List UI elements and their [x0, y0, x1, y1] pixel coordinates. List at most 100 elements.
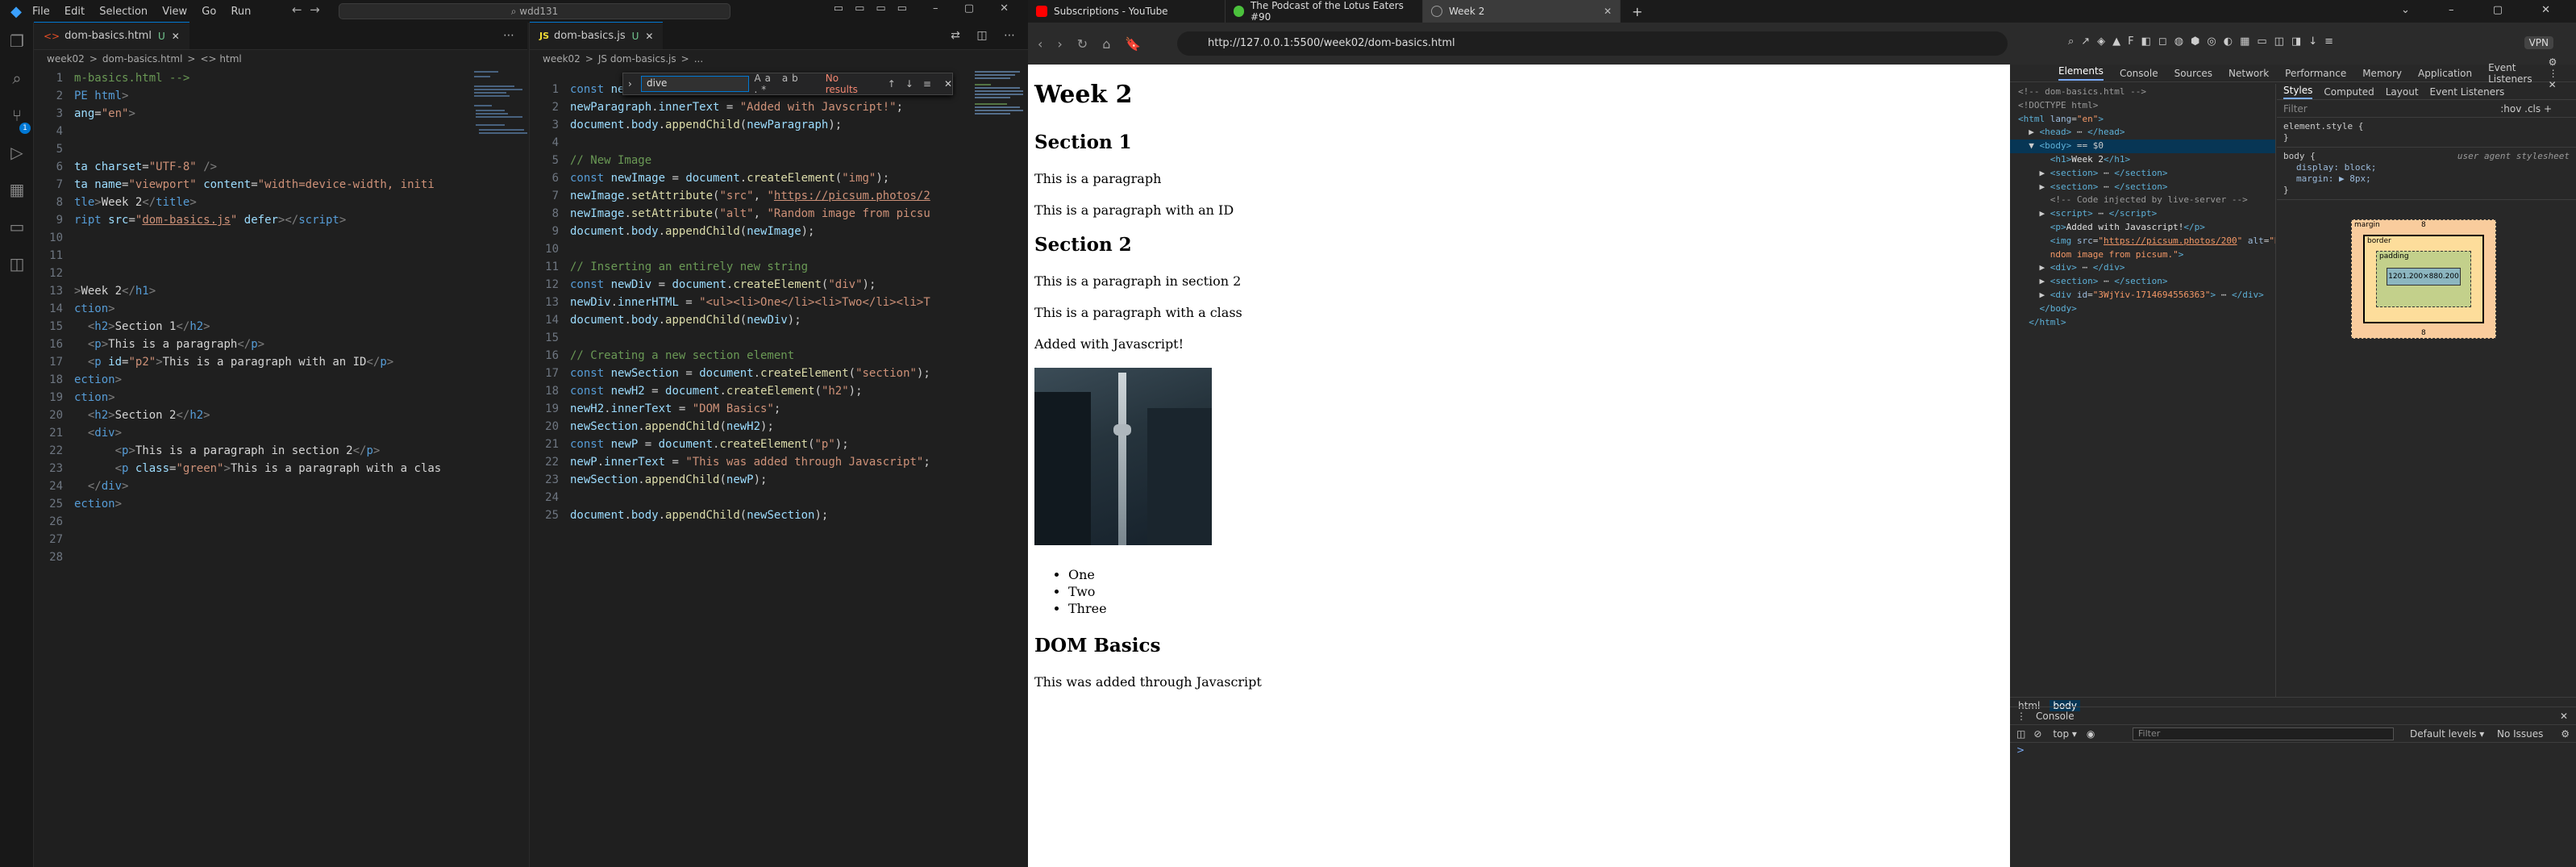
- code-line[interactable]: 23 <p class="green">This is a paragraph …: [34, 460, 527, 477]
- tab-computed[interactable]: Computed: [2324, 86, 2374, 98]
- dom-node[interactable]: ▶ <section> ⋯ </section>: [2010, 181, 2275, 194]
- window-controls[interactable]: ▭▭▭▭ – ▢ ✕: [834, 2, 1020, 15]
- menu-view[interactable]: View: [162, 6, 187, 18]
- sidebar-icon[interactable]: ◫: [2016, 728, 2025, 740]
- dom-node[interactable]: </body>: [2010, 302, 2275, 316]
- code-line[interactable]: 20 <h2>Section 2</h2>: [34, 406, 527, 424]
- code-line[interactable]: 21 <div>: [34, 424, 527, 442]
- code-line[interactable]: 13 >Week 2</h1>: [34, 282, 527, 300]
- code-line[interactable]: 1 m-basics.html -->: [34, 69, 527, 87]
- menu-go[interactable]: Go: [202, 6, 216, 18]
- console-tab[interactable]: Console: [2036, 711, 2075, 722]
- code-editor-js[interactable]: 1const newParagraph = document.createEle…: [530, 79, 1028, 524]
- gear-icon[interactable]: ⚙: [2561, 728, 2570, 740]
- code-line[interactable]: 22 newP.innerText = "This was added throu…: [530, 453, 1028, 471]
- tab-application[interactable]: Application: [2418, 68, 2472, 79]
- crumb[interactable]: <> html: [200, 53, 241, 65]
- nav-buttons[interactable]: ‹›↻⌂🔖: [1038, 36, 1155, 52]
- code-line[interactable]: 10: [34, 229, 527, 247]
- dom-node[interactable]: ▶ <script> ⋯ </script>: [2010, 207, 2275, 221]
- close-icon[interactable]: ✕: [944, 78, 952, 90]
- dom-node[interactable]: ▶ <div id="3WjYiv-1714694556363"> ⋯ </di…: [2010, 289, 2275, 302]
- code-line[interactable]: 14 document.body.appendChild(newDiv);: [530, 311, 1028, 329]
- editor-actions[interactable]: ⋯: [503, 29, 521, 42]
- console-filter-input[interactable]: Filter: [2133, 727, 2394, 740]
- tab-styles[interactable]: Styles: [2283, 85, 2313, 99]
- code-line[interactable]: 4: [530, 134, 1028, 152]
- search-icon[interactable]: ⌕: [0, 60, 34, 97]
- issues-count[interactable]: No Issues: [2497, 728, 2543, 740]
- url-field[interactable]: http://127.0.0.1:5500/week02/dom-basics.…: [1177, 31, 2008, 56]
- filter-tools[interactable]: :hov .cls +: [2500, 103, 2552, 115]
- close-icon[interactable]: ✕: [2560, 711, 2568, 722]
- dom-node[interactable]: ndom image from picsum.">: [2010, 248, 2275, 262]
- database-icon[interactable]: ◫: [0, 245, 34, 282]
- menu-selection[interactable]: Selection: [99, 6, 148, 18]
- dom-node[interactable]: ▶ <div> ⋯ </div>: [2010, 261, 2275, 275]
- chevron-right-icon[interactable]: ›: [628, 78, 632, 90]
- tab-event-listeners[interactable]: Event Listeners: [2430, 86, 2505, 98]
- code-line[interactable]: 16 <p>This is a paragraph</p>: [34, 336, 527, 353]
- tab-dom-basics-js[interactable]: JS dom-basics.js U ✕: [530, 22, 664, 49]
- code-line[interactable]: 3 ang="en">: [34, 105, 527, 123]
- browser-tab[interactable]: The Podcast of the Lotus Eaters #90: [1226, 0, 1423, 23]
- code-line[interactable]: 5 // New Image: [530, 152, 1028, 169]
- dom-node[interactable]: <html lang="en">: [2010, 113, 2275, 127]
- code-line[interactable]: 7 ta name="viewport" content="width=devic…: [34, 176, 527, 194]
- code-line[interactable]: 18 const newH2 = document.createElement("…: [530, 382, 1028, 400]
- dom-node[interactable]: ▶ <section> ⋯ </section>: [2010, 275, 2275, 289]
- code-line[interactable]: 25 document.body.appendChild(newSection);: [530, 506, 1028, 524]
- menu-edit[interactable]: Edit: [65, 6, 85, 18]
- minimap[interactable]: [471, 68, 527, 165]
- window-controls[interactable]: ⌄ – ▢ ✕: [2401, 4, 2568, 16]
- close-icon[interactable]: ✕: [172, 31, 180, 42]
- command-center-search[interactable]: ⌕ wdd131: [339, 3, 730, 19]
- dom-node[interactable]: <p>Added with Javascript!</p>: [2010, 221, 2275, 235]
- tab-elements[interactable]: Elements: [2058, 65, 2104, 81]
- code-line[interactable]: 28: [34, 548, 527, 566]
- levels-select[interactable]: Default levels ▾: [2410, 728, 2484, 740]
- code-line[interactable]: 5: [34, 140, 527, 158]
- code-line[interactable]: 19 newH2.innerText = "DOM Basics";: [530, 400, 1028, 418]
- code-line[interactable]: 23 newSection.appendChild(newP);: [530, 471, 1028, 489]
- code-line[interactable]: 12: [34, 265, 527, 282]
- code-line[interactable]: 6 const newImage = document.createElement…: [530, 169, 1028, 187]
- tab-dom-basics-html[interactable]: <> dom-basics.html U ✕: [34, 22, 189, 49]
- dom-node[interactable]: <h1>Week 2</h1>: [2010, 153, 2275, 167]
- context-select[interactable]: top ▾: [2053, 728, 2077, 740]
- menu-run[interactable]: Run: [231, 6, 251, 18]
- code-line[interactable]: 19 ction>: [34, 389, 527, 406]
- dom-node[interactable]: </html>: [2010, 316, 2275, 330]
- code-line[interactable]: 17 const newSection = document.createElem…: [530, 365, 1028, 382]
- eye-icon[interactable]: ◉: [2087, 728, 2095, 740]
- code-line[interactable]: 4: [34, 123, 527, 140]
- styles-filter[interactable]: Filter :hov .cls +: [2277, 100, 2576, 118]
- dom-node[interactable]: <!DOCTYPE html>: [2010, 99, 2275, 113]
- dom-node[interactable]: <img src="https://picsum.photos/200" alt…: [2010, 235, 2275, 248]
- console-prompt[interactable]: >: [2010, 743, 2576, 757]
- kebab-icon[interactable]: ⋮: [2016, 711, 2026, 722]
- tab-performance[interactable]: Performance: [2285, 68, 2346, 79]
- code-line[interactable]: 9 document.body.appendChild(newImage);: [530, 223, 1028, 240]
- code-line[interactable]: 11 // Inserting an entirely new string: [530, 258, 1028, 276]
- code-line[interactable]: 8 tle>Week 2</title>: [34, 194, 527, 211]
- tab-network[interactable]: Network: [2229, 68, 2269, 79]
- code-line[interactable]: 14 ction>: [34, 300, 527, 318]
- crumb[interactable]: ...: [694, 53, 703, 65]
- code-line[interactable]: 25 ection>: [34, 495, 527, 513]
- code-line[interactable]: 8 newImage.setAttribute("alt", "Random im…: [530, 205, 1028, 223]
- extensions-icon[interactable]: ▦: [0, 171, 34, 208]
- code-line[interactable]: 26: [34, 513, 527, 531]
- editor-actions[interactable]: ⇄ ◫ ⋯: [951, 29, 1022, 42]
- menu-file[interactable]: File: [32, 6, 50, 18]
- find-input[interactable]: dive: [641, 76, 750, 92]
- new-tab-button[interactable]: +: [1621, 4, 1654, 19]
- element-style-rule[interactable]: element.style { }: [2277, 118, 2576, 148]
- code-editor-html[interactable]: 1 m-basics.html --> 2 PE html> 3 ang="en"> 4 5 6…: [34, 68, 527, 566]
- code-line[interactable]: 13 newDiv.innerHTML = "<ul><li>One</li><l…: [530, 294, 1028, 311]
- vpn-button[interactable]: VPN: [2524, 36, 2553, 49]
- dom-node[interactable]: <!-- Code injected by live-server -->: [2010, 194, 2275, 207]
- code-line[interactable]: 24: [530, 489, 1028, 506]
- body-rule[interactable]: user agent stylesheet body { display: bl…: [2277, 148, 2576, 200]
- tab-layout[interactable]: Layout: [2386, 86, 2419, 98]
